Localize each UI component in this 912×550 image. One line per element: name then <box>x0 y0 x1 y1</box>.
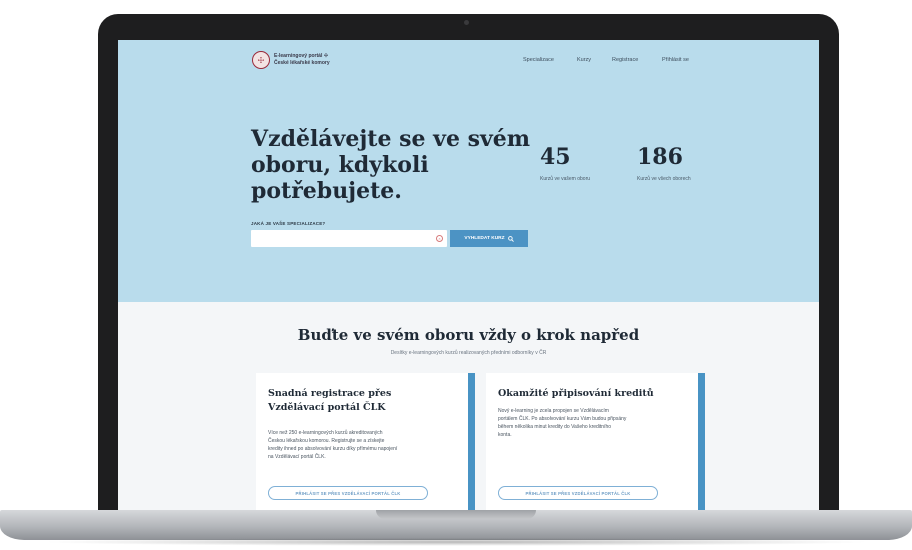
card-registration: Snadná registrace přes Vzdělávací portál… <box>256 373 468 516</box>
card-text-line: konta. <box>498 432 512 438</box>
card-title: Okamžité připisování kreditů <box>498 387 688 401</box>
card-text-line: během několika minut kredity do Vašeho k… <box>498 424 612 430</box>
stat-number-all: 186 <box>637 144 683 170</box>
stat-desc-field: Kurzů ve vašem oboru <box>540 176 591 182</box>
hero-title-line: potřebujete. <box>251 178 402 204</box>
specialization-label: JAKÁ JE VAŠE SPECIALIZACE? <box>251 221 326 226</box>
nav-kurzy[interactable]: Kurzy <box>577 57 591 63</box>
top-navigation: ☩ E-learningový portál ☩ České lékařské … <box>118 40 819 80</box>
card-text: Nový e-learning je zcela propojen se Vzd… <box>498 407 690 439</box>
card-accent-bar <box>468 373 475 516</box>
card-title: Snadná registrace přes Vzdělávací portál… <box>268 387 458 415</box>
search-button-label: VYHLEDAT KURZ <box>464 236 505 241</box>
login-portal-button[interactable]: PŘIHLÁSIT SE PŘES VZDĚLÁVACÍ PORTÁL ČLK <box>268 486 428 500</box>
laptop-notch <box>376 510 536 519</box>
card-text-line: na Vzdělávací portál ČLK. <box>268 454 326 460</box>
nav-registrace[interactable]: Registrace <box>612 57 638 63</box>
clear-icon[interactable]: × <box>436 235 443 242</box>
search-course-button[interactable]: VYHLEDAT KURZ <box>450 230 528 247</box>
logo-title[interactable]: E-learningový portál ☩ <box>274 53 328 59</box>
laptop-lid: ☩ E-learningový portál ☩ České lékařské … <box>98 14 839 518</box>
card-title-line: Vzdělávací portál ČLK <box>268 402 386 413</box>
section-subtitle: Desítky e-learningových kurzů realizovan… <box>390 350 547 356</box>
section-title: Buďte ve svém oboru vždy o krok napřed <box>297 326 640 344</box>
card-text-line: kredity ihned po absolvování kurzu díky … <box>268 446 398 452</box>
camera-dot <box>464 20 469 25</box>
card-accent-bar <box>698 373 705 516</box>
nav-prihlasit[interactable]: Přihlásit se <box>662 57 689 63</box>
card-text-line: Nový e-learning je zcela propojen se Vzd… <box>498 408 609 414</box>
browser-viewport: ☩ E-learningový portál ☩ České lékařské … <box>118 40 819 516</box>
login-portal-button[interactable]: PŘIHLÁSIT SE PŘES VZDĚLÁVACÍ PORTÁL ČLK <box>498 486 658 500</box>
nav-specializace[interactable]: Specializace <box>523 57 554 63</box>
hero-title-line: Vzdělávejte se ve svém <box>251 126 531 152</box>
card-credits: Okamžité připisování kreditů Nový e-lear… <box>486 373 698 516</box>
hero-section: ☩ E-learningový portál ☩ České lékařské … <box>118 40 819 302</box>
card-text: Více než 250 e-learningových kurzů akred… <box>268 429 460 461</box>
laptop-shadow <box>40 538 872 546</box>
laptop-base <box>0 510 912 540</box>
stat-number-field: 45 <box>540 144 571 170</box>
card-text-line: Více než 250 e-learningových kurzů akred… <box>268 430 383 436</box>
hero-title-line: oboru, kdykoli <box>251 152 429 178</box>
logo-seal-icon[interactable]: ☩ <box>252 51 270 69</box>
card-text-line: Českou lékařskou komorou. Registrujte se… <box>268 438 385 444</box>
search-icon <box>507 235 514 242</box>
logo-subtitle[interactable]: České lékařské komory <box>274 60 330 66</box>
specialization-input[interactable] <box>251 230 447 247</box>
card-title-line: Snadná registrace přes <box>268 388 392 399</box>
card-text-line: portálem ČLK. Po absolvování kurzu Vám b… <box>498 416 627 422</box>
stat-desc-all: Kurzů ve všech oborech <box>637 176 691 182</box>
card-title-line: Okamžité připisování kreditů <box>498 388 654 399</box>
hero-title: Vzdělávejte se ve svém oboru, kdykoli po… <box>251 126 531 204</box>
